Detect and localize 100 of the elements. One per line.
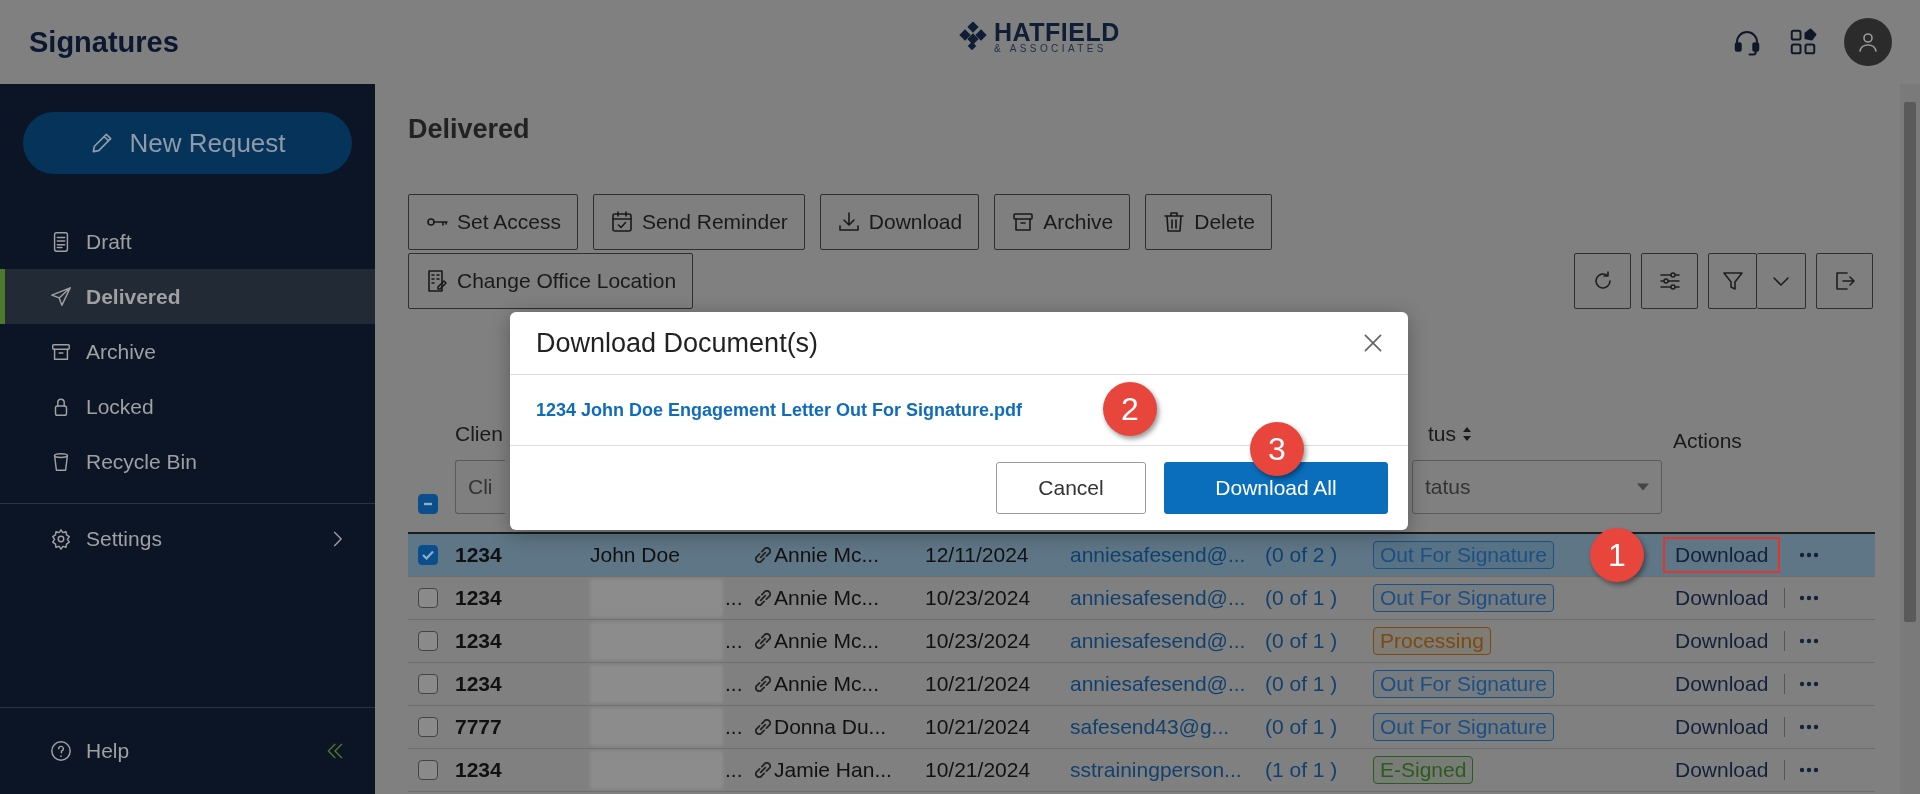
sidebar-item[interactable]: Draft [0, 214, 375, 269]
signer-name: Annie Mc... [774, 629, 880, 653]
checkbox[interactable] [418, 760, 438, 780]
sidebar-item[interactable]: Locked [0, 379, 375, 434]
download-link[interactable]: Download [1663, 580, 1781, 616]
email-link[interactable]: anniesafesend@... [1070, 672, 1265, 696]
client-name: ... [725, 672, 743, 696]
caret-icon [1637, 483, 1649, 491]
client-name: John Doe [590, 543, 680, 567]
more-options-icon[interactable] [1799, 638, 1820, 644]
toolbar-button[interactable]: Archive [994, 194, 1131, 250]
signed-count: (0 of 1 ) [1265, 586, 1339, 610]
more-options-icon[interactable] [1799, 724, 1820, 730]
more-options-icon[interactable] [1799, 767, 1820, 773]
email-link[interactable]: anniesafesend@... [1070, 586, 1265, 610]
collapse-sidebar-icon[interactable] [325, 741, 345, 761]
checkbox[interactable] [418, 631, 438, 651]
link-icon [755, 590, 771, 606]
download-link[interactable]: Download [1663, 537, 1781, 573]
refresh-button[interactable] [1574, 253, 1631, 309]
trash-icon [1162, 210, 1187, 234]
more-options-icon[interactable] [1799, 681, 1820, 687]
sidebar-item[interactable]: Archive [0, 324, 375, 379]
toolbar-button[interactable]: Change Office Location [408, 253, 694, 309]
download-link[interactable]: Download [1663, 752, 1781, 788]
status-filter-dropdown[interactable]: tatus [1412, 460, 1662, 514]
filter-field[interactable]: Cli [455, 460, 505, 514]
client-id: 1234 [455, 672, 503, 696]
download-all-button[interactable]: Download All [1164, 462, 1388, 514]
toolbar-button[interactable]: Download [819, 194, 980, 250]
sliders-icon [1657, 269, 1682, 293]
signer-name: Donna Du... [774, 715, 887, 739]
toolbar-button[interactable]: Delete [1145, 194, 1272, 250]
link-icon [755, 547, 771, 563]
checkbox[interactable] [418, 494, 438, 514]
status-tag: Processing [1373, 627, 1491, 655]
signer-name: Annie Mc... [774, 672, 880, 696]
archive-box-icon [1011, 210, 1036, 234]
download-link[interactable]: Download [1663, 666, 1781, 702]
checkbox[interactable] [418, 674, 438, 694]
link-icon [755, 633, 771, 649]
date-cell-text: 10/21/2024 [925, 672, 1032, 696]
page-heading: Delivered [408, 114, 531, 146]
checkbox[interactable] [418, 545, 438, 565]
user-avatar[interactable] [1844, 18, 1892, 66]
settings-item[interactable]: Settings [0, 504, 375, 574]
download-link[interactable]: Download [1663, 623, 1781, 659]
email-link[interactable]: anniesafesend@... [1070, 543, 1265, 567]
cancel-button[interactable]: Cancel [996, 462, 1146, 514]
toolbar-button[interactable]: Set Access [408, 194, 578, 250]
filter-icon [1720, 269, 1745, 293]
filter-dropdown-button[interactable] [1757, 253, 1806, 309]
date-cell-text: 12/11/2024 [925, 543, 1030, 567]
client-name: ... [725, 758, 743, 782]
column-settings-button[interactable] [1641, 253, 1698, 309]
apps-grid-icon[interactable] [1788, 27, 1818, 57]
link-icon [755, 762, 771, 778]
date-cell-text: 10/23/2024 [925, 629, 1032, 653]
email-link[interactable]: safesend43@g... [1070, 715, 1265, 739]
date-cell-text: 10/21/2024 [925, 715, 1032, 739]
help-icon [50, 740, 72, 762]
settings-icon [50, 528, 72, 550]
checkbox[interactable] [418, 588, 438, 608]
more-options-icon[interactable] [1799, 552, 1820, 558]
client-id: 7777 [455, 715, 503, 739]
email-link[interactable]: sstrainingperson... [1070, 758, 1265, 782]
email-link[interactable]: anniesafesend@... [1070, 629, 1265, 653]
signed-count: (0 of 1 ) [1265, 672, 1339, 696]
client-name: ... [725, 586, 743, 610]
sidebar-item[interactable]: Recycle Bin [0, 434, 375, 489]
help-item[interactable]: Help [0, 708, 375, 794]
export-button[interactable] [1816, 253, 1873, 309]
link-icon [755, 719, 771, 735]
file-link[interactable]: 1234 John Doe Engagement Letter Out For Signature.pdf [536, 399, 1023, 421]
client-id: 1234 [455, 586, 503, 610]
status-tag: Out For Signature [1373, 670, 1554, 698]
signed-count: (1 of 1 ) [1265, 758, 1339, 782]
download-link[interactable]: Download [1663, 709, 1781, 745]
status-tag: Out For Signature [1373, 713, 1554, 741]
filter-button[interactable] [1708, 253, 1757, 309]
date-cell-text: 10/23/2024 [925, 586, 1032, 610]
column-header: Actions [1673, 429, 1743, 453]
toolbar-button[interactable]: Send Reminder [592, 194, 805, 250]
client-name: ... [725, 629, 743, 653]
app-title: Signatures [29, 25, 179, 59]
link-icon [755, 676, 771, 692]
signer-name: Jamie Han... [774, 758, 892, 782]
checkbox[interactable] [418, 717, 438, 737]
signed-count: (0 of 2 ) [1265, 543, 1339, 567]
status-tag: E-Signed [1373, 756, 1474, 784]
checkmark-icon [421, 548, 435, 562]
new-request-button[interactable]: New Request [23, 112, 352, 174]
column-header[interactable]: tus [1428, 422, 1660, 446]
status-tag: Out For Signature [1373, 584, 1554, 612]
company-logo: HATFIELD & ASSOCIATES [958, 20, 1120, 54]
building-pencil-icon [425, 269, 449, 293]
signed-count: (0 of 1 ) [1265, 715, 1339, 739]
scrollbar-thumb[interactable] [1904, 102, 1916, 622]
sidebar-item[interactable]: Delivered [0, 269, 375, 324]
more-options-icon[interactable] [1799, 595, 1820, 601]
